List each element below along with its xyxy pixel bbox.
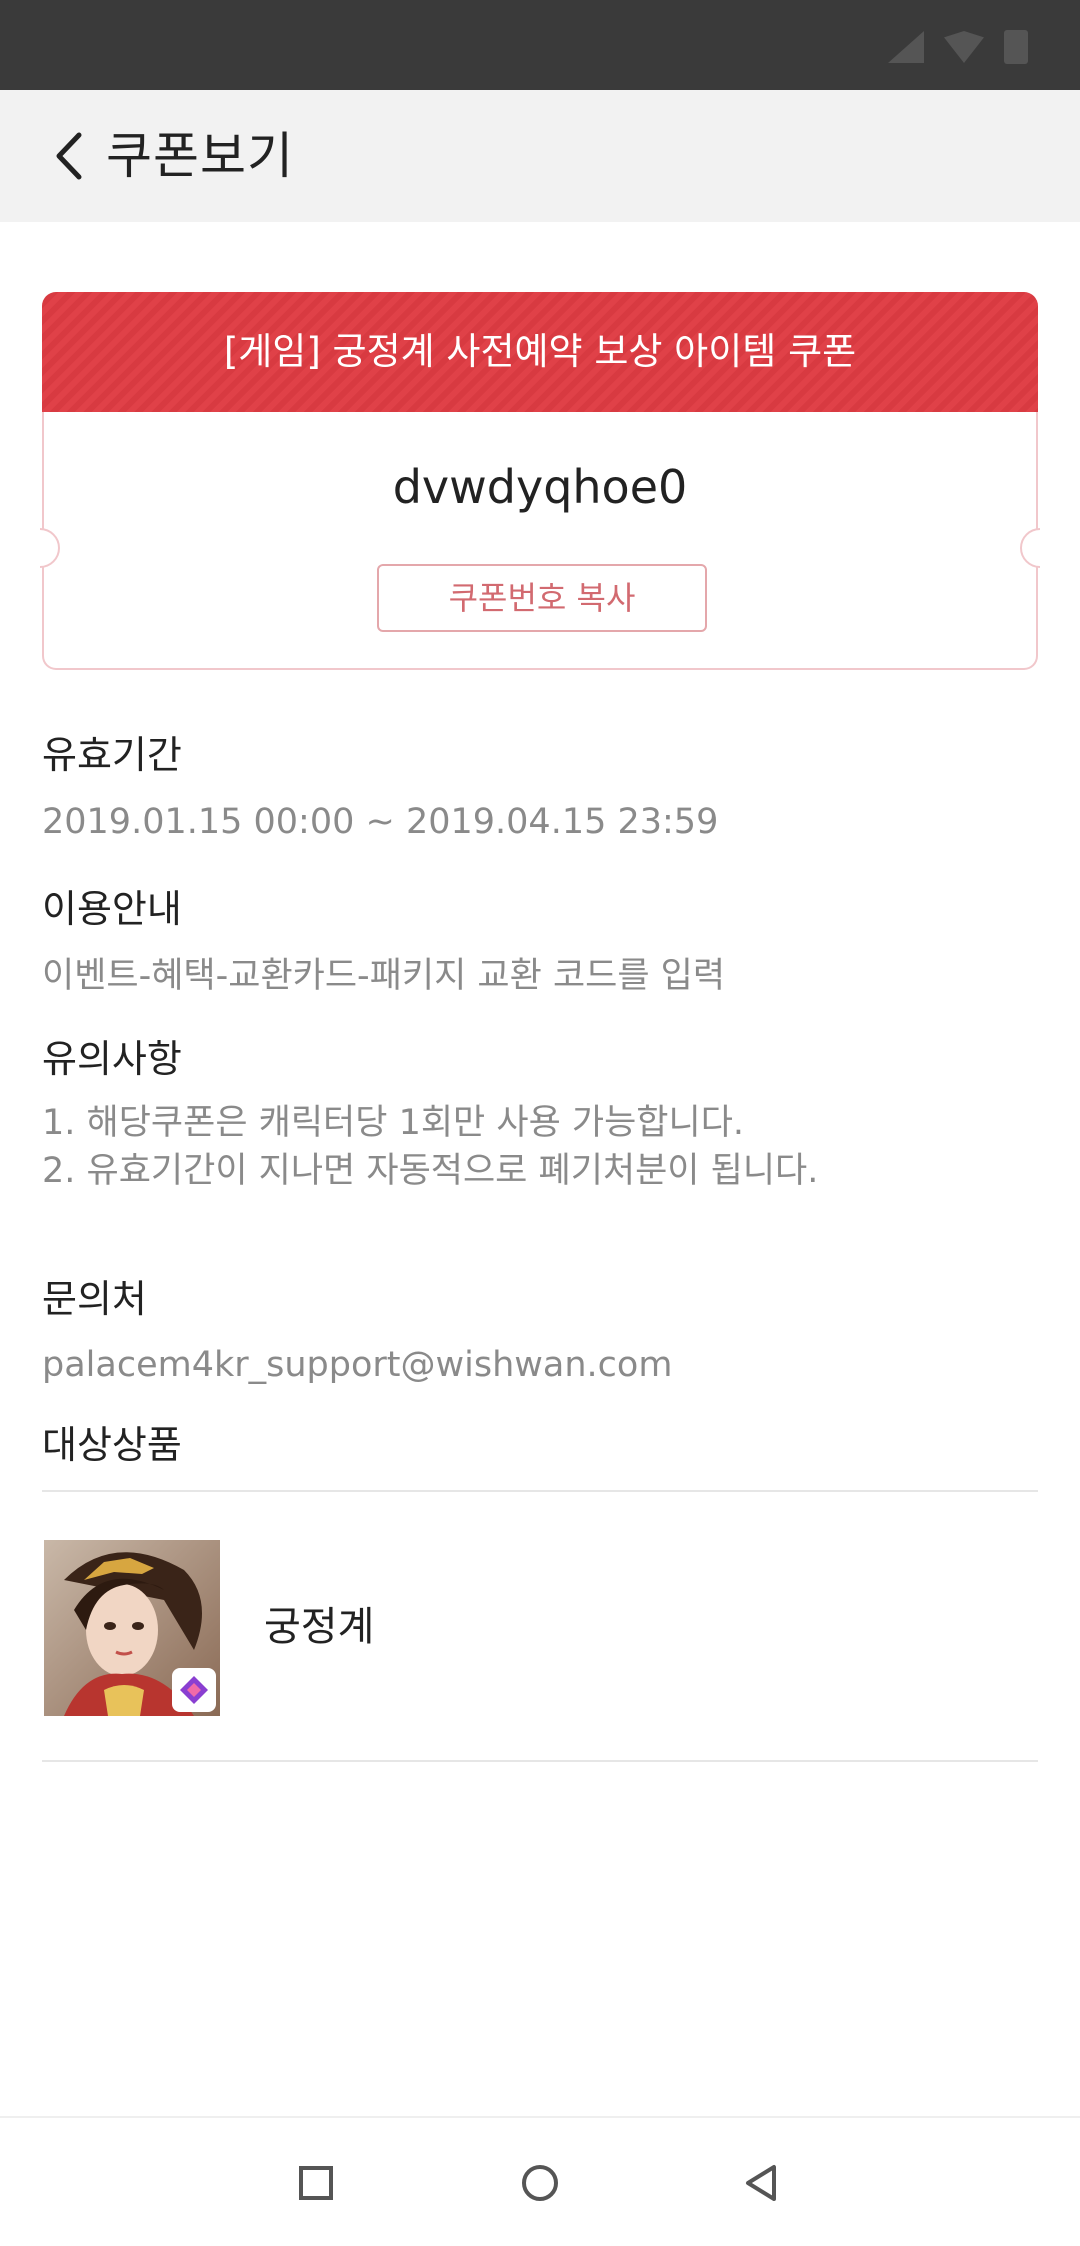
- home-icon: [522, 2165, 558, 2201]
- status-bar: [0, 0, 1080, 90]
- product-item[interactable]: 궁정계: [42, 1492, 1038, 1762]
- validity-label: 유효기간: [42, 733, 182, 777]
- recent-apps-button[interactable]: [281, 2148, 351, 2218]
- notes-item: 2. 유효기간이 지나면 자동적으로 폐기처분이 됩니다.: [42, 1151, 819, 1191]
- usage-value: 이벤트-혜택-교환카드-패키지 교환 코드를 입력: [42, 956, 726, 996]
- app-bar: 쿠폰보기: [0, 90, 1080, 222]
- coupon-header: [게임] 궁정계 사전예약 보상 아이템 쿠폰: [42, 292, 1038, 412]
- recent-apps-icon: [299, 2166, 333, 2200]
- coupon-code: dvwdyqhoe0: [392, 460, 688, 514]
- nav-back-button[interactable]: [727, 2148, 797, 2218]
- chevron-left-icon: [56, 132, 82, 180]
- contact-label: 문의처: [42, 1277, 147, 1321]
- back-button[interactable]: [34, 120, 104, 192]
- home-button[interactable]: [505, 2148, 575, 2218]
- notes-item: 1. 해당쿠폰은 캐릭터당 1회만 사용 가능합니다.: [42, 1103, 745, 1143]
- game-thumbnail: [44, 1540, 220, 1716]
- signal-icon: [888, 31, 924, 63]
- contact-email[interactable]: palacem4kr_support@wishwan.com: [42, 1340, 672, 1390]
- page-title: 쿠폰보기: [106, 127, 294, 185]
- system-nav-bar: [0, 2116, 1080, 2246]
- copy-coupon-button[interactable]: 쿠폰번호 복사: [377, 564, 707, 632]
- coupon-card: [게임] 궁정계 사전예약 보상 아이템 쿠폰 dvwdyqhoe0 쿠폰번호 …: [40, 292, 1040, 670]
- coupon-notch-left: [40, 528, 60, 568]
- wifi-icon: [944, 31, 984, 63]
- status-icons: [888, 30, 1028, 64]
- coupon-notch-right: [1020, 528, 1040, 568]
- notes-label: 유의사항: [42, 1037, 182, 1081]
- usage-label: 이용안내: [42, 887, 182, 931]
- validity-value: 2019.01.15 00:00 ~ 2019.04.15 23:59: [42, 802, 719, 842]
- target-products-label: 대상상품: [42, 1423, 182, 1467]
- coupon-body: dvwdyqhoe0 쿠폰번호 복사: [42, 412, 1038, 670]
- back-icon: [746, 2165, 776, 2201]
- battery-icon: [1004, 30, 1028, 64]
- product-name: 궁정계: [264, 1604, 375, 1650]
- divider: [42, 1760, 1038, 1762]
- coupon-title: [게임] 궁정계 사전예약 보상 아이템 쿠폰: [223, 330, 857, 373]
